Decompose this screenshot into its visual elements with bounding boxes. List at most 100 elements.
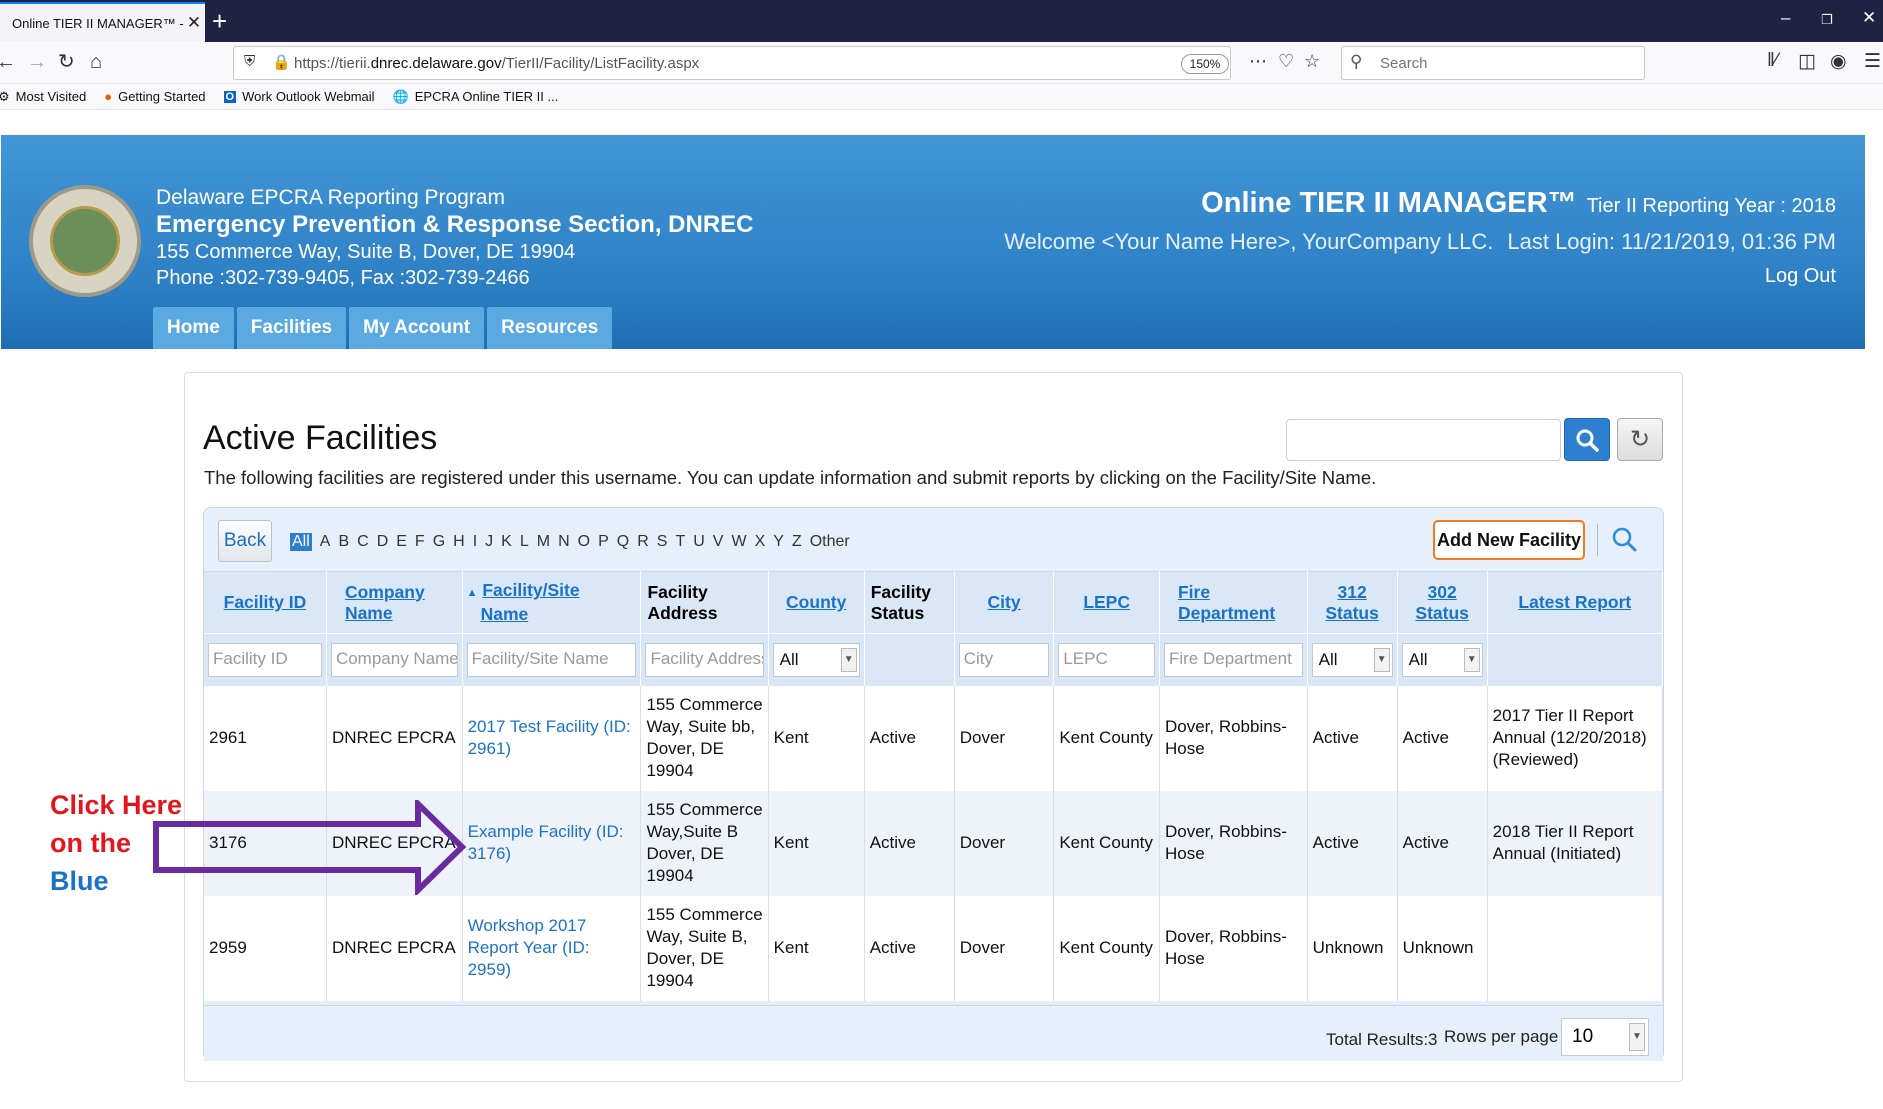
home-icon[interactable]: ⌂ [90, 50, 102, 74]
toolbar-divider [1597, 524, 1598, 556]
alpha-g[interactable]: G [433, 533, 445, 551]
magnifier-icon [1612, 527, 1637, 552]
filter-city[interactable]: City [958, 642, 1050, 677]
col-312-status[interactable]: 312 Status [1307, 571, 1398, 634]
alpha-u[interactable]: U [693, 533, 705, 551]
alpha-v[interactable]: V [713, 533, 724, 551]
facility-link[interactable]: Example Facility (ID: 3176) [468, 822, 624, 863]
col-company-name[interactable]: Company Name [326, 571, 463, 634]
browser-search-box[interactable]: ⚲ [1341, 46, 1645, 80]
alpha-x[interactable]: X [755, 533, 766, 551]
shield-icon[interactable]: ⛨ [244, 53, 255, 70]
alpha-z[interactable]: Z [792, 533, 802, 551]
col-302-status[interactable]: 302 Status [1397, 571, 1488, 634]
chevron-down-icon: ▼ [1463, 647, 1480, 672]
lock-icon[interactable]: 🔒 [272, 53, 291, 71]
alpha-m[interactable]: M [537, 533, 550, 551]
nav-resources[interactable]: Resources [487, 307, 613, 349]
more-actions-icon[interactable]: ⋯ [1249, 51, 1267, 72]
col-lepc[interactable]: LEPC [1053, 571, 1160, 634]
cell-facility-id: 2961 [204, 685, 327, 791]
col-facility-id[interactable]: Facility ID [204, 571, 327, 634]
alpha-d[interactable]: D [377, 533, 389, 551]
filter-facility-id[interactable]: Facility ID [208, 642, 322, 677]
alpha-n[interactable]: N [558, 533, 570, 551]
advanced-search-toggle[interactable] [1611, 526, 1637, 557]
nav-my-account[interactable]: My Account [349, 307, 485, 349]
alpha-f[interactable]: F [415, 533, 425, 551]
filter-facility-site-name[interactable]: Facility/Site Name [466, 642, 637, 677]
back-button[interactable]: Back [218, 520, 272, 562]
alpha-o[interactable]: O [578, 533, 590, 551]
alpha-other[interactable]: Other [810, 533, 850, 551]
refresh-button[interactable]: ↻ [1617, 418, 1663, 461]
page-title: Active Facilities [203, 419, 438, 457]
bookmark-work-outlook[interactable]: O Work Outlook Webmail [223, 89, 375, 104]
delaware-seal-logo [29, 185, 141, 297]
filter-company-name[interactable]: Company Name [330, 642, 458, 677]
app-title: Online TIER II MANAGER™ [1201, 187, 1577, 219]
alpha-c[interactable]: C [357, 533, 369, 551]
library-icon[interactable]: ‖⁄ [1767, 50, 1778, 72]
bookmark-most-visited[interactable]: ⚙ Most Visited [0, 89, 86, 105]
window-close-icon[interactable]: ✕ [1862, 8, 1876, 28]
sidebar-icon[interactable]: ◫ [1798, 50, 1816, 73]
alpha-r[interactable]: R [637, 533, 649, 551]
alpha-j[interactable]: J [485, 533, 493, 551]
alpha-q[interactable]: Q [617, 533, 629, 551]
alpha-p[interactable]: P [598, 533, 609, 551]
menu-icon[interactable]: ☰ [1864, 50, 1881, 73]
alpha-h[interactable]: H [453, 533, 465, 551]
back-arrow-icon[interactable]: ← [0, 50, 16, 74]
col-facility-site-name[interactable]: ▲ Facility/Site Name [462, 571, 642, 634]
zoom-level-badge[interactable]: 150% [1181, 54, 1229, 74]
tab-close-icon[interactable]: ✕ [183, 13, 205, 33]
col-latest-report[interactable]: Latest Report [1487, 571, 1664, 634]
nav-facilities[interactable]: Facilities [236, 307, 347, 349]
rows-per-page-select[interactable]: 10 ▼ [1561, 1018, 1649, 1056]
filter-lepc[interactable]: LEPC [1058, 642, 1155, 677]
facility-link[interactable]: Workshop 2017 Report Year (ID: 2959) [468, 916, 590, 979]
browser-search-input[interactable] [1378, 53, 1628, 73]
alpha-t[interactable]: T [675, 533, 685, 551]
address-bar[interactable]: ⛨ 🔒 https://tierii.dnrec.delaware.gov/Ti… [233, 46, 1320, 80]
new-tab-button[interactable]: + [212, 6, 227, 36]
add-new-facility-button[interactable]: Add New Facility [1433, 520, 1585, 560]
program-name: Delaware EPCRA Reporting Program [156, 186, 505, 209]
minimize-icon[interactable]: – [1781, 8, 1790, 28]
alpha-all[interactable]: All [290, 533, 312, 551]
col-fire-department[interactable]: Fire Department [1159, 571, 1308, 634]
alpha-l[interactable]: L [520, 533, 529, 551]
alpha-s[interactable]: S [657, 533, 668, 551]
browser-tab[interactable]: Online TIER II MANAGER™ - Fa ✕ [0, 2, 205, 42]
url-text[interactable]: https://tierii.dnrec.delaware.gov/TierII… [294, 55, 699, 72]
facility-search-input[interactable] [1286, 419, 1561, 461]
facility-link[interactable]: 2017 Test Facility (ID: 2961) [468, 717, 631, 758]
alpha-w[interactable]: W [731, 533, 746, 551]
filter-county-select[interactable]: All ▼ [772, 642, 860, 677]
reload-icon[interactable]: ↻ [58, 50, 75, 74]
alpha-i[interactable]: I [473, 533, 477, 551]
pocket-icon[interactable]: ♡ [1278, 51, 1294, 72]
outlook-icon: O [223, 90, 237, 103]
alpha-k[interactable]: K [501, 533, 512, 551]
alpha-y[interactable]: Y [773, 533, 784, 551]
bookmark-epcra[interactable]: 🌐 EPCRA Online TIER II ... [393, 89, 559, 105]
nav-home[interactable]: Home [153, 307, 234, 349]
col-county[interactable]: County [768, 571, 865, 634]
forward-arrow-icon[interactable]: → [27, 50, 47, 74]
bookmark-getting-started[interactable]: ● Getting Started [104, 89, 205, 104]
bookmark-star-icon[interactable]: ☆ [1304, 51, 1320, 72]
col-city[interactable]: City [954, 571, 1055, 634]
logout-link[interactable]: Log Out [1765, 265, 1836, 287]
alpha-e[interactable]: E [396, 533, 407, 551]
filter-facility-address[interactable]: Facility Address [645, 642, 764, 677]
account-icon[interactable]: ◉ [1830, 50, 1847, 73]
alpha-b[interactable]: B [338, 533, 349, 551]
filter-312-status-select[interactable]: All ▼ [1311, 642, 1393, 677]
search-button[interactable] [1564, 418, 1610, 461]
filter-fire-department[interactable]: Fire Department [1163, 642, 1303, 677]
filter-302-status-select[interactable]: All ▼ [1401, 642, 1483, 677]
alpha-a[interactable]: A [320, 533, 331, 551]
restore-icon[interactable]: ❐ [1821, 12, 1833, 28]
